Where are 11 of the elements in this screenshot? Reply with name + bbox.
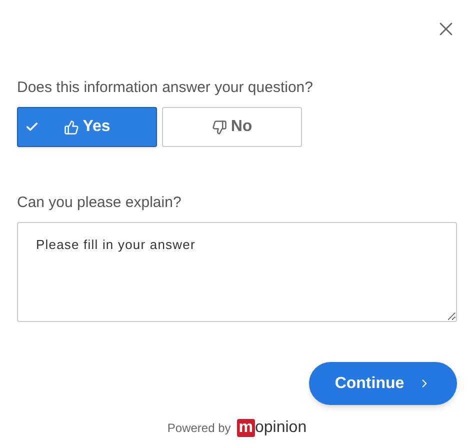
answer-field[interactable]: Please fill in your answer (17, 222, 457, 322)
powered-by-text: Powered by (167, 420, 231, 437)
check-icon (25, 120, 39, 134)
continue-button[interactable]: Continue (309, 362, 457, 405)
explain-label: Can you please explain? (17, 193, 182, 213)
thumbs-up-icon (64, 120, 79, 134)
question-label: Does this information answer your question? (17, 78, 314, 98)
mopinion-logo: m opinion (236, 418, 307, 439)
thumbs-down-icon (212, 120, 227, 134)
answer-option[interactable]: No (162, 107, 302, 147)
answer-option[interactable]: Yes (17, 107, 157, 147)
